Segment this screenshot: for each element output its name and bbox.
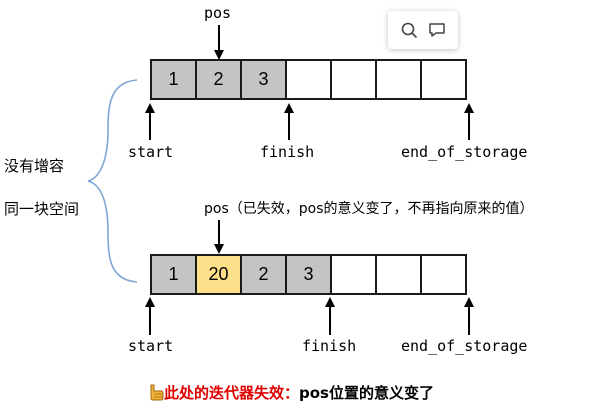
top-end-label: end_of_storage bbox=[401, 143, 528, 161]
array-cell: 2 bbox=[240, 254, 287, 295]
bottom-end-label: end_of_storage bbox=[401, 337, 528, 355]
top-start-label: start bbox=[128, 143, 174, 161]
array-cell bbox=[375, 59, 422, 100]
array-cell bbox=[330, 254, 377, 295]
array-cell bbox=[420, 254, 467, 295]
bottom-pos-label: pos（已失效，pos的意义变了，不再指向原来的值） bbox=[204, 201, 534, 217]
top-finish-label: finish bbox=[260, 143, 315, 161]
pointing-hand-icon bbox=[150, 384, 164, 401]
bottom-note-black: pos位置的意义变了 bbox=[299, 384, 434, 402]
bottom-note: 此处的迭代器失效：pos位置的意义变了 bbox=[148, 382, 434, 403]
array-cell: 1 bbox=[150, 59, 197, 100]
side-note-line1: 没有增容 bbox=[4, 157, 65, 175]
array-cell bbox=[330, 59, 377, 100]
bottom-finish-label: finish bbox=[302, 337, 357, 355]
array-cell bbox=[420, 59, 467, 100]
curly-brace bbox=[87, 79, 138, 283]
array-cell: 3 bbox=[285, 254, 332, 295]
array-cell: 3 bbox=[240, 59, 287, 100]
array-cell: 1 bbox=[150, 254, 197, 295]
array-cell bbox=[285, 59, 332, 100]
array-cell: 2 bbox=[195, 59, 242, 100]
bottom-note-red: 此处的迭代器失效： bbox=[164, 384, 300, 402]
array-cell: 20 bbox=[195, 254, 242, 295]
array-cell bbox=[375, 254, 422, 295]
side-note-line2: 同一块空间 bbox=[4, 200, 80, 218]
top-pos-label: pos bbox=[204, 4, 232, 22]
bottom-start-label: start bbox=[128, 337, 174, 355]
